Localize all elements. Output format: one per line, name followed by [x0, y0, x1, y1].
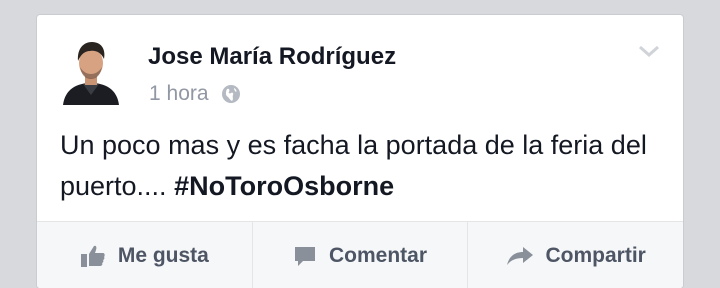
like-label: Me gusta: [117, 243, 209, 267]
avatar[interactable]: [61, 39, 121, 105]
share-arrow-icon: [506, 246, 533, 265]
speech-bubble-icon: [294, 246, 315, 266]
avatar-image: [61, 39, 121, 105]
chevron-down-icon[interactable]: [637, 43, 661, 59]
post-timestamp[interactable]: 1 hora: [149, 82, 209, 106]
author-name[interactable]: Jose María Rodríguez: [148, 43, 396, 71]
globe-icon: [221, 84, 241, 104]
share-button[interactable]: Compartir: [468, 222, 683, 288]
hashtag-link[interactable]: #NoToroOsborne: [174, 171, 394, 201]
post-text: Un poco mas y es facha la portada de la …: [60, 125, 660, 207]
action-bar: Me gusta Comentar Compartir: [37, 221, 683, 288]
share-label: Compartir: [545, 243, 646, 267]
post-card: Jose María Rodríguez 1 hora Un poco mas …: [37, 15, 683, 288]
thumbs-up-icon: [80, 245, 105, 267]
post-meta: 1 hora: [149, 82, 241, 106]
comment-label: Comentar: [328, 243, 428, 267]
comment-button[interactable]: Comentar: [253, 222, 469, 288]
like-button[interactable]: Me gusta: [37, 222, 253, 288]
